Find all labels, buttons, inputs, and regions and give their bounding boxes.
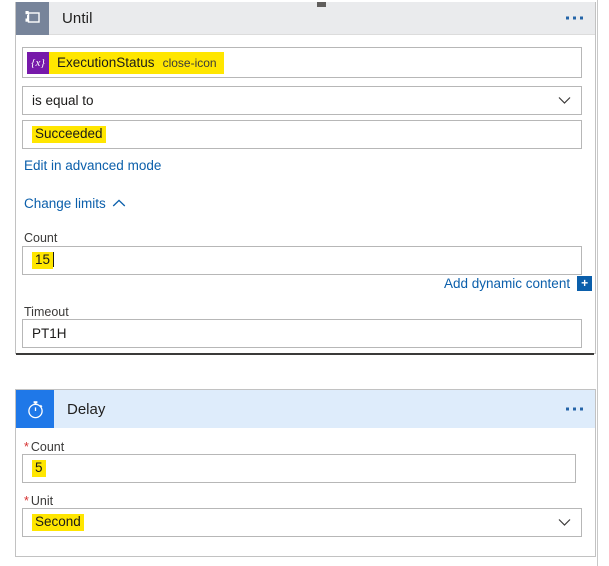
add-dynamic-content-button[interactable]: Add dynamic content + (444, 276, 592, 291)
add-dynamic-content-label: Add dynamic content (444, 276, 570, 291)
chevron-down-icon[interactable] (547, 96, 581, 105)
until-card-ellipsis-icon[interactable] (566, 17, 583, 20)
change-limits-label: Change limits (24, 196, 106, 211)
page-edge-left (0, 0, 1, 566)
timeout-value: PT1H (23, 326, 67, 341)
operator-value: is equal to (23, 93, 547, 108)
delay-unit-value: Second (32, 514, 84, 532)
delay-card-header[interactable]: Delay (16, 390, 595, 428)
count-value-wrap: 15 (23, 252, 54, 270)
condition-value: Succeeded (32, 126, 106, 144)
until-card-footer-divider (16, 353, 594, 355)
token-label: ExecutionStatus (57, 55, 155, 70)
expression-badge-icon: {x} (27, 52, 49, 74)
count-input[interactable]: 15 (22, 246, 582, 275)
flow-connector-nub (317, 2, 326, 7)
chevron-up-icon (112, 196, 126, 211)
change-limits-link[interactable]: Change limits (24, 196, 126, 211)
delay-count-label-text: Count (31, 440, 64, 454)
delay-card-ellipsis-icon[interactable] (566, 408, 583, 411)
delay-count-label: *Count (24, 440, 64, 454)
edit-advanced-mode-link[interactable]: Edit in advanced mode (24, 158, 161, 173)
dynamic-content-token[interactable]: {x} ExecutionStatus close-icon (27, 52, 224, 74)
plus-icon[interactable]: + (577, 276, 592, 291)
delay-count-value-wrap: 5 (23, 460, 46, 478)
delay-card-title: Delay (67, 401, 105, 418)
count-label: Count (24, 231, 57, 245)
condition-left-operand-field[interactable]: {x} ExecutionStatus close-icon (22, 47, 582, 78)
designer-canvas: Until {x} ExecutionStatus close-icon is … (0, 0, 609, 566)
required-marker: * (24, 494, 29, 508)
loop-icon (16, 2, 49, 35)
condition-operator-dropdown[interactable]: is equal to (22, 86, 582, 115)
delay-count-input[interactable]: 5 (22, 454, 576, 483)
delay-unit-label: *Unit (24, 494, 53, 508)
delay-unit-label-text: Unit (31, 494, 53, 508)
timeout-input[interactable]: PT1H (22, 319, 582, 348)
until-card-title: Until (62, 10, 93, 27)
delay-unit-value-wrap: Second (23, 514, 547, 532)
until-card-header[interactable]: Until (16, 2, 595, 35)
stopwatch-icon (16, 390, 54, 428)
delay-unit-dropdown[interactable]: Second (22, 508, 582, 537)
chevron-down-icon[interactable] (547, 518, 581, 527)
token-content: ExecutionStatus close-icon (49, 52, 224, 74)
text-cursor (53, 252, 54, 267)
count-value: 15 (32, 252, 53, 270)
page-edge-right (597, 0, 598, 566)
condition-right-operand-field[interactable]: Succeeded (22, 120, 582, 149)
timeout-label: Timeout (24, 305, 69, 319)
required-marker: * (24, 440, 29, 454)
condition-value-wrap: Succeeded (23, 126, 106, 144)
close-icon[interactable]: close-icon (163, 57, 217, 69)
delay-count-value: 5 (32, 460, 46, 478)
